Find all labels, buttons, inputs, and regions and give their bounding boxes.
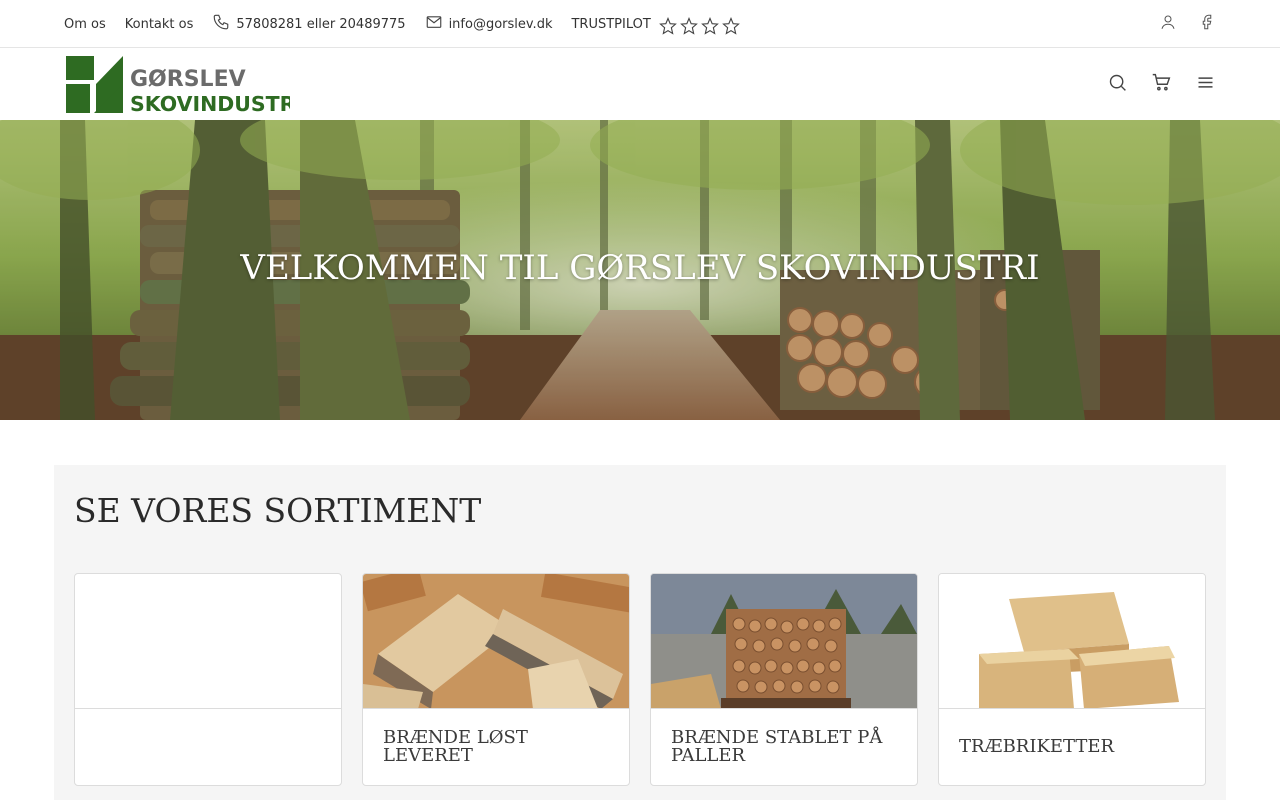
product-card-stacked-firewood[interactable]: BRÆNDE STABLET PÅ PALLER [650, 573, 918, 786]
email-address: info@gorslev.dk [448, 16, 553, 32]
product-card-title: BRÆNDE LØST LEVERET [383, 727, 528, 766]
email-link[interactable]: info@gorslev.dk [425, 13, 553, 35]
header-icons [1107, 49, 1216, 120]
about-link[interactable]: Om os [64, 17, 106, 32]
search-icon[interactable] [1107, 72, 1128, 97]
product-card-title: TRÆBRIKETTER [959, 736, 1115, 757]
stacked-firewood-image [651, 574, 917, 709]
briquettes-image [939, 574, 1205, 709]
assortment-section: SE VORES SORTIMENT BRÆNDE LØST LEVERET B… [54, 465, 1226, 800]
product-card-image [75, 574, 341, 709]
product-card-empty[interactable] [74, 573, 342, 786]
user-icon[interactable] [1159, 13, 1177, 35]
contact-link[interactable]: Kontakt os [125, 17, 194, 32]
facebook-icon[interactable] [1198, 13, 1216, 35]
phone-number: 57808281 eller 20489775 [236, 16, 406, 32]
product-card-briquettes[interactable]: TRÆBRIKETTER [938, 573, 1206, 786]
hero-banner: VELKOMMEN TIL GØRSLEV SKOVINDUSTRI [0, 120, 1280, 420]
svg-text:SKOVINDUSTRI: SKOVINDUSTRI [130, 92, 290, 113]
star-icon [679, 16, 698, 35]
star-icon [658, 16, 677, 35]
star-icon [700, 16, 719, 35]
svg-text:GØRSLEV: GØRSLEV [130, 67, 246, 92]
assortment-heading: SE VORES SORTIMENT [74, 491, 482, 530]
star-icon [721, 16, 740, 35]
top-bar-right [1159, 0, 1216, 48]
trustpilot-stars [658, 16, 740, 35]
loose-firewood-image [363, 574, 629, 709]
hero-title: VELKOMMEN TIL GØRSLEV SKOVINDUSTRI [240, 248, 1040, 288]
top-bar: Om os Kontakt os 57808281 eller 20489775… [0, 0, 1280, 48]
mail-icon [425, 13, 443, 35]
product-card-loose-firewood[interactable]: BRÆNDE LØST LEVERET [362, 573, 630, 786]
phone-icon [212, 13, 230, 35]
trustpilot-label: TRUSTPILOT [571, 16, 651, 32]
top-bar-left: Om os Kontakt os 57808281 eller 20489775… [64, 0, 740, 48]
gorslev-logo: GØRSLEV SKOVINDUSTRI [66, 56, 290, 113]
cart-icon[interactable] [1151, 72, 1172, 97]
menu-icon[interactable] [1195, 72, 1216, 97]
phone-link[interactable]: 57808281 eller 20489775 [212, 13, 406, 35]
product-card-title: BRÆNDE STABLET PÅ PALLER [671, 727, 883, 766]
trustpilot-link[interactable]: TRUSTPILOT [571, 16, 740, 35]
site-header: GØRSLEV SKOVINDUSTRI [0, 49, 1280, 120]
